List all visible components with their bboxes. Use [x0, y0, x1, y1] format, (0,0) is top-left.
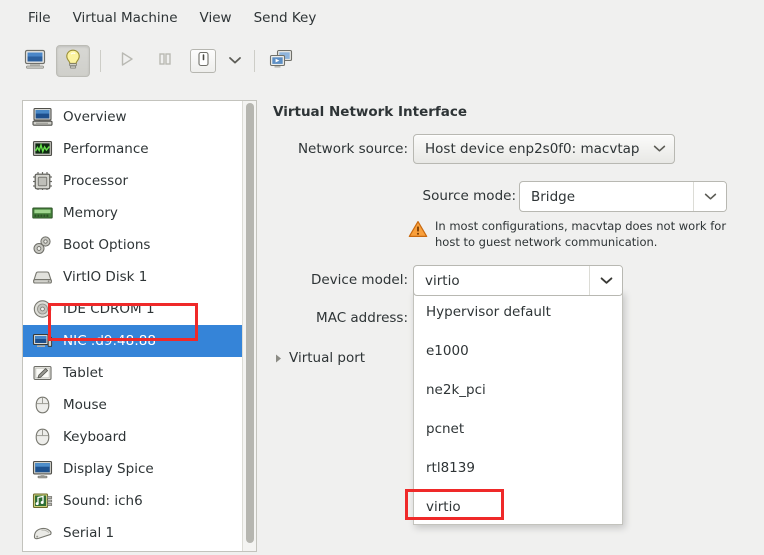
sidebar-item-label: Memory — [63, 205, 118, 221]
sidebar-item-label: Display Spice — [63, 461, 154, 477]
sidebar-item-mouse[interactable]: Mouse — [23, 389, 242, 421]
network-source-label: Network source: — [297, 141, 408, 157]
show-details-button[interactable] — [56, 45, 90, 77]
sidebar-item-nic[interactable]: NIC :d9:48:88 — [23, 325, 242, 357]
sidebar-item-keyboard[interactable]: Keyboard — [23, 421, 242, 453]
macvtap-warning-text: In most configurations, macvtap does not… — [435, 219, 727, 249]
pause-button[interactable] — [148, 45, 182, 77]
chevron-down-icon[interactable] — [589, 266, 622, 295]
graph-icon — [31, 138, 53, 160]
menu-virtual-machine[interactable]: Virtual Machine — [63, 7, 188, 29]
sidebar-item-serial-1[interactable]: Serial 1 — [23, 517, 242, 549]
device-list-scrollbar[interactable] — [242, 101, 256, 551]
display-icon — [31, 458, 53, 480]
scrollbar-thumb[interactable] — [246, 103, 254, 543]
sidebar-item-label: Keyboard — [63, 429, 127, 445]
keyboard-icon — [31, 426, 53, 448]
show-console-button[interactable] — [18, 45, 52, 77]
sidebar-item-label: IDE CDROM 1 — [63, 301, 155, 317]
gears-icon — [31, 234, 53, 256]
device-list-panel: Overview Performance Processor Memory Bo… — [22, 100, 257, 552]
source-mode-label: Source mode: — [422, 188, 517, 204]
memory-icon — [31, 202, 53, 224]
serial-icon — [31, 522, 53, 544]
sidebar-item-tablet[interactable]: Tablet — [23, 357, 242, 389]
sidebar-item-performance[interactable]: Performance — [23, 133, 242, 165]
macvtap-warning: In most configurations, macvtap does not… — [408, 218, 738, 250]
chevron-down-icon — [653, 141, 666, 157]
toolbar — [0, 36, 764, 86]
sidebar-item-ide-cdrom-1[interactable]: IDE CDROM 1 — [23, 293, 242, 325]
sidebar-item-memory[interactable]: Memory — [23, 197, 242, 229]
pause-icon — [156, 50, 174, 72]
device-model-combo[interactable]: virtio — [413, 265, 623, 296]
sidebar-item-display-spice[interactable]: Display Spice — [23, 453, 242, 485]
sidebar-item-label: VirtIO Disk 1 — [63, 269, 148, 285]
network-icon — [31, 330, 53, 352]
monitor-icon — [24, 49, 46, 73]
power-icon — [197, 51, 210, 71]
shutdown-button-frame — [190, 49, 216, 73]
tablet-icon — [31, 362, 53, 384]
run-button[interactable] — [110, 45, 144, 77]
harddisk-icon — [31, 266, 53, 288]
triangle-right-icon — [271, 353, 285, 364]
sidebar-item-label: Boot Options — [63, 237, 151, 253]
shutdown-menu-button[interactable] — [224, 45, 246, 77]
menu-view[interactable]: View — [190, 7, 242, 29]
mac-address-label: MAC address: — [316, 310, 408, 326]
device-model-value: virtio — [425, 272, 460, 289]
device-model-label: Device model: — [310, 272, 408, 288]
sidebar-item-label: Performance — [63, 141, 149, 157]
cdrom-icon — [31, 298, 53, 320]
shutdown-button[interactable] — [186, 45, 220, 77]
sidebar-item-virtio-disk-1[interactable]: VirtIO Disk 1 — [23, 261, 242, 293]
mouse-icon — [31, 394, 53, 416]
dropdown-option-virtio[interactable]: virtio — [414, 487, 622, 524]
sound-icon — [31, 490, 53, 512]
sidebar-item-label: Mouse — [63, 397, 107, 413]
sidebar-item-label: NIC :d9:48:88 — [63, 333, 156, 349]
screens-icon — [269, 49, 293, 74]
sidebar-item-label: Processor — [63, 173, 129, 189]
source-mode-value: Bridge — [531, 188, 576, 205]
dropdown-option-pcnet[interactable]: pcnet — [414, 409, 622, 448]
sidebar-item-label: Sound: ich6 — [63, 493, 143, 509]
chevron-down-icon[interactable] — [693, 182, 726, 211]
sidebar-item-label: Overview — [63, 109, 127, 125]
virtual-port-label: Virtual port — [289, 350, 366, 366]
dropdown-option-hypervisor-default[interactable]: Hypervisor default — [414, 292, 622, 331]
sidebar-item-processor[interactable]: Processor — [23, 165, 242, 197]
sidebar-item-overview[interactable]: Overview — [23, 101, 242, 133]
snapshots-button[interactable] — [264, 45, 298, 77]
toolbar-separator-2 — [254, 50, 255, 72]
cpu-icon — [31, 170, 53, 192]
lightbulb-icon — [63, 48, 83, 74]
network-source-combo[interactable]: Host device enp2s0f0: macvtap — [413, 134, 675, 164]
sidebar-item-channel-spice[interactable]: Channel spice — [23, 549, 242, 551]
sidebar-item-sound[interactable]: Sound: ich6 — [23, 485, 242, 517]
menu-send-key[interactable]: Send Key — [244, 7, 327, 29]
menu-bar: File Virtual Machine View Send Key — [0, 0, 764, 36]
virtual-port-expander[interactable]: Virtual port — [271, 350, 365, 366]
warning-icon — [408, 220, 428, 242]
chevron-down-icon — [228, 54, 242, 69]
computer-icon — [31, 106, 53, 128]
dropdown-option-ne2k-pci[interactable]: ne2k_pci — [414, 370, 622, 409]
device-list[interactable]: Overview Performance Processor Memory Bo… — [23, 101, 242, 551]
menu-file[interactable]: File — [18, 7, 61, 29]
sidebar-item-label: Tablet — [63, 365, 104, 381]
network-source-value: Host device enp2s0f0: macvtap — [425, 141, 640, 157]
page-title: Virtual Network Interface — [273, 104, 468, 120]
toolbar-separator-1 — [100, 50, 101, 72]
sidebar-item-label: Serial 1 — [63, 525, 115, 541]
source-mode-combo[interactable]: Bridge — [519, 181, 727, 212]
device-model-dropdown[interactable]: Hypervisor default e1000 ne2k_pci pcnet … — [413, 291, 623, 525]
sidebar-item-boot-options[interactable]: Boot Options — [23, 229, 242, 261]
play-icon — [118, 50, 136, 72]
dropdown-option-rtl8139[interactable]: rtl8139 — [414, 448, 622, 487]
dropdown-option-e1000[interactable]: e1000 — [414, 331, 622, 370]
